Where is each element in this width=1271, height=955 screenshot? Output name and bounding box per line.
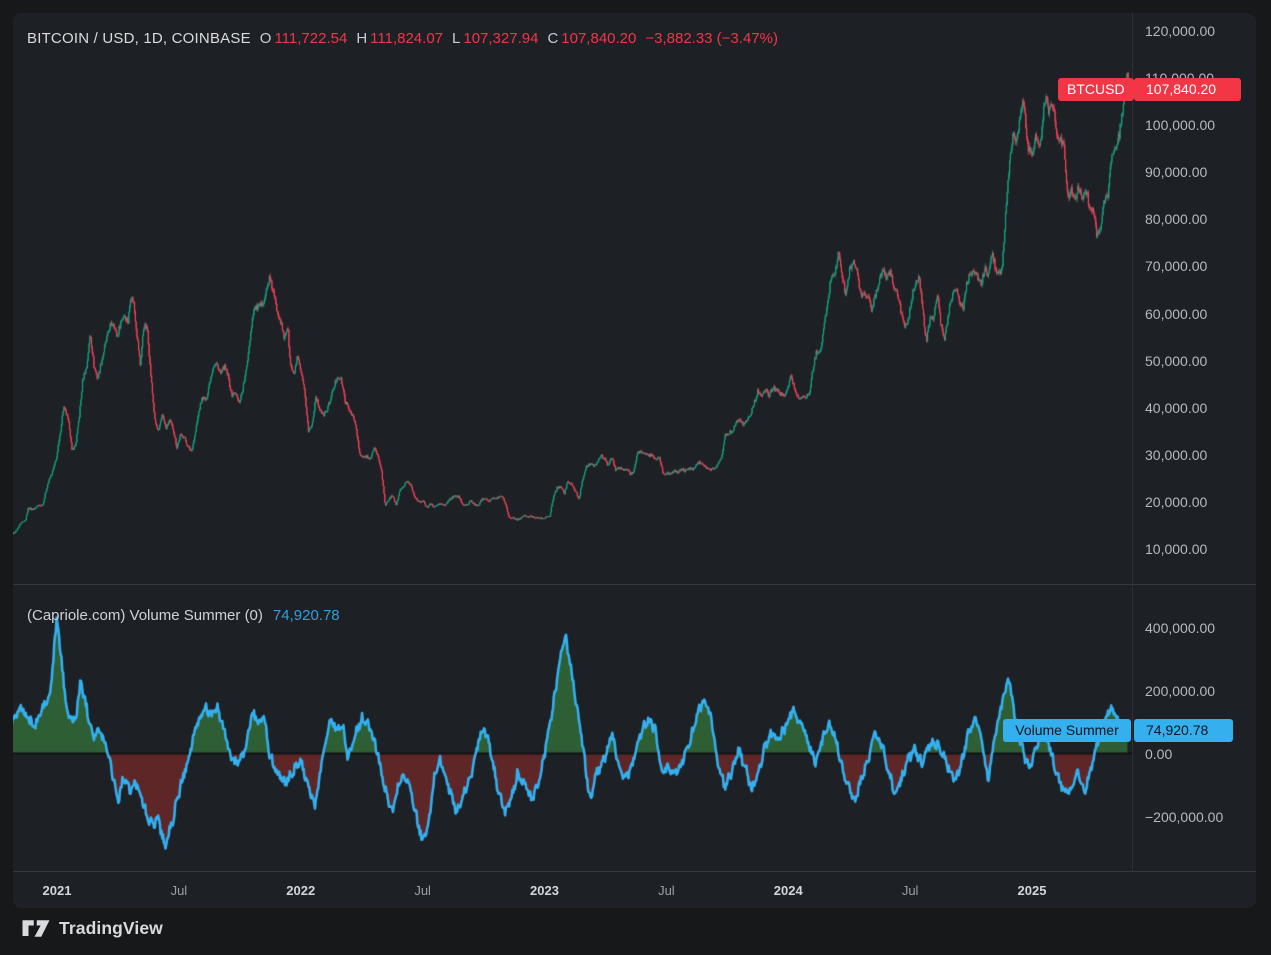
- price-axis-label: 40,000.00: [1145, 400, 1207, 416]
- time-axis-label-2025: 2025: [1018, 882, 1047, 900]
- open-value: 111,722.54: [274, 30, 347, 47]
- last-price-label: 107,840.20: [1134, 78, 1241, 101]
- time-axis-label-Jul: Jul: [171, 882, 188, 900]
- indicator-name-flag: Volume Summer: [1003, 719, 1131, 742]
- volume-axis-label: −200,000.00: [1145, 809, 1223, 825]
- change-value: −3,882.33 (−3.47%): [645, 30, 778, 47]
- indicator-title[interactable]: (Capriole.com) Volume Summer (0): [27, 607, 263, 624]
- time-axis-label-2022: 2022: [286, 882, 315, 900]
- pane-divider[interactable]: [13, 584, 1256, 585]
- price-axis-label: 70,000.00: [1145, 258, 1207, 274]
- indicator-value: 74,920.78: [273, 607, 340, 624]
- price-pane-canvas[interactable]: [13, 13, 1132, 585]
- time-axis-label-2021: 2021: [43, 882, 72, 900]
- indicator-value-label: 74,920.78: [1134, 719, 1233, 742]
- price-axis-label: 100,000.00: [1145, 117, 1215, 133]
- volume-axis-label: 400,000.00: [1145, 620, 1215, 636]
- low-label: L: [452, 30, 460, 47]
- time-axis-label-2023: 2023: [530, 882, 559, 900]
- price-axis-label: 20,000.00: [1145, 494, 1207, 510]
- volume-axis-label: 200,000.00: [1145, 683, 1215, 699]
- open-label: O: [260, 30, 272, 47]
- price-axis-label: 90,000.00: [1145, 164, 1207, 180]
- price-axis-label: 10,000.00: [1145, 541, 1207, 557]
- price-axis-label: 120,000.00: [1145, 23, 1215, 39]
- brand-name: TradingView: [59, 918, 163, 939]
- high-value: 111,824.07: [370, 30, 443, 47]
- time-axis-label-2024: 2024: [774, 882, 803, 900]
- symbol-header: BITCOIN / USD, 1D, COINBASE O 111,722.54…: [27, 30, 778, 47]
- time-axis-label-Jul: Jul: [414, 882, 431, 900]
- price-axis-label: 80,000.00: [1145, 211, 1207, 227]
- time-axis-label-Jul: Jul: [658, 882, 675, 900]
- indicator-header: (Capriole.com) Volume Summer (0) 74,920.…: [27, 607, 340, 624]
- high-label: H: [356, 30, 367, 47]
- tradingview-logo-icon: [22, 918, 50, 939]
- price-axis-divider: [1132, 13, 1133, 872]
- symbol-title[interactable]: BITCOIN / USD, 1D, COINBASE: [27, 30, 251, 47]
- symbol-price-flag: BTCUSD: [1058, 78, 1134, 101]
- volume-axis-label: 0.00: [1145, 746, 1172, 762]
- close-label: C: [547, 30, 558, 47]
- close-value: 107,840.20: [561, 30, 636, 47]
- chart-panel: BITCOIN / USD, 1D, COINBASE O 111,722.54…: [13, 13, 1256, 908]
- price-axis-label: 60,000.00: [1145, 306, 1207, 322]
- low-value: 107,327.94: [463, 30, 538, 47]
- time-axis-label-Jul: Jul: [902, 882, 919, 900]
- tradingview-widget: BITCOIN / USD, 1D, COINBASE O 111,722.54…: [0, 0, 1271, 955]
- price-axis-label: 30,000.00: [1145, 447, 1207, 463]
- attribution[interactable]: TradingView: [22, 918, 163, 939]
- volume-pane-canvas[interactable]: [13, 585, 1132, 872]
- price-axis-label: 50,000.00: [1145, 353, 1207, 369]
- time-axis-divider: [13, 871, 1256, 872]
